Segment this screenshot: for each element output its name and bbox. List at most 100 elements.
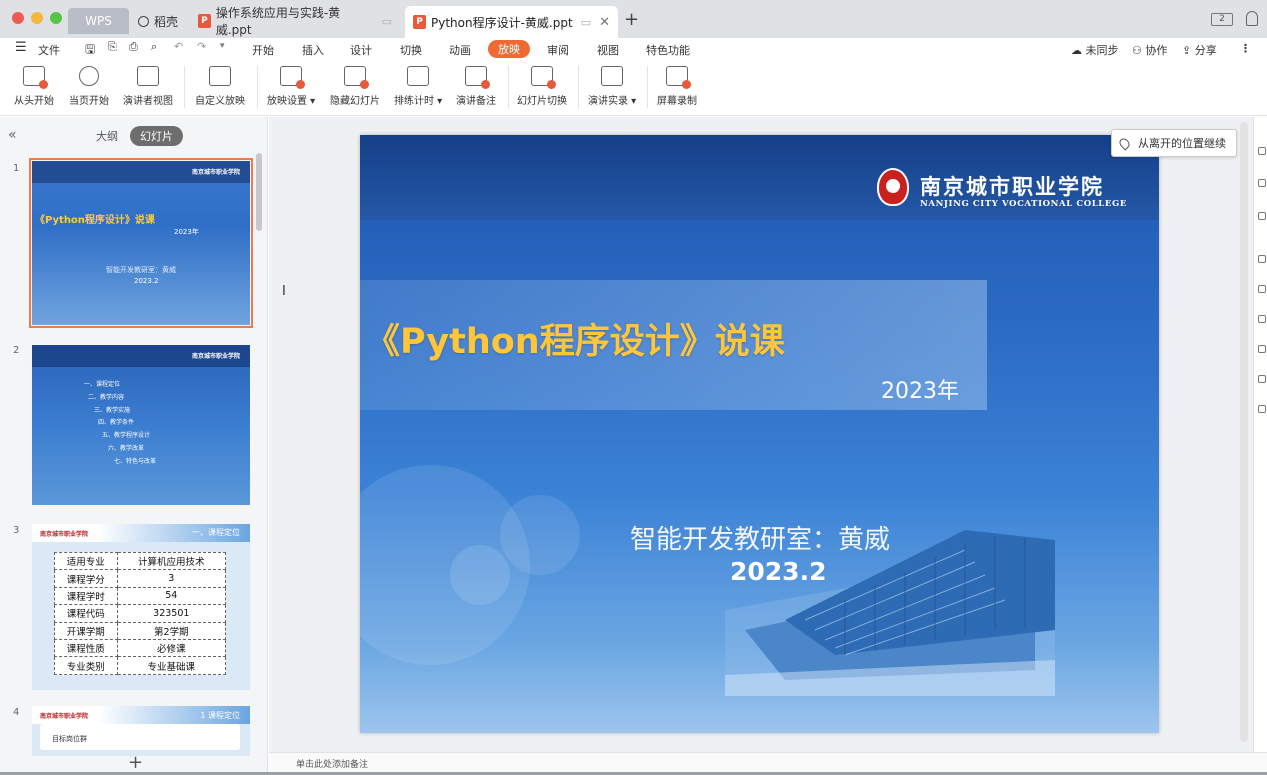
close-window-button[interactable]	[12, 12, 24, 24]
slide-thumbnail-4[interactable]: 南京城市职业学院 1 课程定位 目标岗位群	[32, 706, 250, 756]
save-icon[interactable]: 🖫	[85, 40, 95, 61]
user-icon[interactable]	[1246, 11, 1258, 26]
format-icon[interactable]	[1258, 179, 1266, 187]
table-cell: 必修课	[116, 638, 227, 658]
table-row: 课程性质 必修课	[54, 638, 227, 658]
hide-slide-icon	[344, 66, 369, 89]
notes-pane[interactable]: 单击此处添加备注	[269, 752, 1267, 772]
table-row: 专业类别 专业基础课	[54, 656, 227, 675]
table-cell: 开课学期	[54, 621, 118, 640]
undo-icon[interactable]: ↶	[174, 40, 183, 53]
menu-design[interactable]: 设计	[350, 42, 372, 58]
menu-start[interactable]: 开始	[252, 42, 274, 58]
thumbnail-scrollbar[interactable]	[256, 153, 262, 231]
rehearse-timing-button[interactable]: 排练计时 ▾	[394, 66, 442, 107]
tab-slides[interactable]: 幻灯片	[130, 126, 183, 146]
play-current-button[interactable]: 当页开始	[69, 66, 109, 107]
screen-record-button[interactable]: 屏幕录制	[657, 66, 697, 107]
resume-position-button[interactable]: 从离开的位置继续	[1111, 129, 1237, 157]
slide-author[interactable]: 智能开发教研室：黄威	[630, 519, 890, 556]
select-icon[interactable]	[1258, 255, 1266, 263]
bokeh-light	[500, 495, 580, 575]
slide-switch-button[interactable]: 幻灯片切换	[517, 66, 567, 107]
slide-thumbnail-3[interactable]: 南京城市职业学院 一、课程定位 适用专业 计算机应用技术 课程学分 3 课程学时 54…	[32, 524, 250, 690]
ribbon-label: 演讲者视图	[123, 96, 173, 107]
slide-date[interactable]: 2023.2	[730, 557, 826, 586]
settings-icon[interactable]	[1258, 375, 1266, 383]
redo-icon[interactable]: ↷	[197, 40, 206, 53]
menu-review[interactable]: 审阅	[547, 42, 569, 58]
zoom-window-button[interactable]	[50, 12, 62, 24]
new-tab-button[interactable]: +	[624, 9, 639, 30]
tab-daoke[interactable]: 稻壳	[132, 8, 190, 34]
slide-year[interactable]: 2023年	[881, 373, 959, 405]
ribbon-label: 当页开始	[69, 96, 109, 107]
menu-view[interactable]: 视图	[597, 42, 619, 58]
sync-status[interactable]: ☁ 未同步	[1071, 42, 1119, 58]
collaborate-button[interactable]: ⚇ 协作	[1132, 42, 1167, 58]
clipboard-icon[interactable]	[1258, 345, 1266, 353]
menu-transition[interactable]: 切换	[400, 42, 422, 58]
ribbon-label: 幻灯片切换	[517, 96, 567, 107]
course-info-table: 适用专业 计算机应用技术 课程学分 3 课程学时 54 课程代码 323501 开课学期…	[54, 551, 227, 675]
export-pdf-icon[interactable]: ⎘	[108, 40, 117, 54]
presenter-view-button[interactable]: 演讲者视图	[123, 66, 173, 107]
editor-vertical-scrollbar[interactable]	[1240, 122, 1248, 742]
ribbon-divider	[184, 66, 185, 108]
play-from-start-button[interactable]: 从头开始	[14, 66, 54, 107]
share-button[interactable]: ⇪ 分享	[1182, 42, 1217, 58]
help-icon[interactable]	[1258, 405, 1266, 413]
ribbon-label: 从头开始	[14, 96, 54, 107]
record-speech-button[interactable]: 演讲实录 ▾	[588, 66, 636, 107]
backup-icon[interactable]	[1258, 285, 1266, 293]
property-icon[interactable]	[1258, 147, 1266, 155]
shape-icon[interactable]	[1258, 315, 1266, 323]
slide-thumbnail-2[interactable]: 南京城市职业学院 一、课程定位 二、教学内容 三、教学实施 四、教学条件 五、教…	[32, 345, 250, 505]
ribbon-label: 演讲备注	[456, 96, 496, 107]
menu-insert[interactable]: 插入	[302, 42, 324, 58]
window-count-badge[interactable]: 2	[1211, 13, 1233, 26]
slide-title[interactable]: 《Python程序设计》说课	[365, 313, 785, 364]
ribbon-label: 演讲实录 ▾	[588, 96, 637, 107]
speaker-notes-button[interactable]: 演讲备注	[456, 66, 496, 107]
custom-show-button[interactable]: 自定义放映	[195, 66, 245, 107]
menu-special-features[interactable]: 特色功能	[646, 42, 690, 58]
slide-number: 1	[13, 163, 20, 174]
agenda-item: 五、教学程序设计	[102, 432, 151, 440]
thumb-subheading: 目标岗位群	[40, 724, 240, 750]
tab-document-os[interactable]: P 操作系统应用与实践-黄威.ppt ▭	[192, 6, 392, 37]
more-options-icon[interactable]: ⋮	[1240, 42, 1251, 55]
tab-document-python[interactable]: P Python程序设计-黄威.ppt ▭ ✕	[405, 6, 618, 38]
monitor-icon[interactable]: ▭	[382, 15, 392, 28]
custom-show-icon	[209, 66, 231, 86]
menu-file[interactable]: 文件	[38, 42, 60, 58]
print-preview-icon[interactable]: ⌕	[151, 40, 157, 54]
close-tab-icon[interactable]: ✕	[599, 15, 610, 30]
hide-slide-button[interactable]: 隐藏幻灯片	[330, 66, 380, 107]
slide-thumbnail-1[interactable]: 南京城市职业学院 《Python程序设计》说课 2023年 智能开发教研室：黄威…	[29, 158, 253, 328]
menu-animation[interactable]: 动画	[449, 42, 471, 58]
tab-outline[interactable]: 大纲	[96, 128, 118, 144]
tab-wps-home[interactable]: WPS	[68, 8, 129, 34]
show-settings-button[interactable]: 放映设置 ▾	[267, 66, 315, 107]
thumb-title: 《Python程序设计》说课	[35, 215, 155, 226]
add-slide-button[interactable]: +	[128, 752, 143, 773]
current-slide[interactable]: 南京城市职业学院 NANJING CITY VOCATIONAL COLLEGE…	[360, 135, 1159, 733]
show-settings-icon	[280, 66, 306, 89]
collapse-panel-icon[interactable]: «	[8, 127, 17, 143]
monitor-icon[interactable]: ▭	[581, 16, 591, 29]
menu-slideshow[interactable]: 放映	[488, 40, 530, 58]
quick-access-dropdown-icon[interactable]: ▾	[220, 41, 225, 51]
notes-placeholder[interactable]: 单击此处添加备注	[296, 757, 368, 770]
print-icon[interactable]: ⎙	[129, 40, 138, 54]
menu-bar: ☰ 文件 🖫 ⎘ ⎙ ⌕ ↶ ↷ ▾ 开始 插入 设计 切换 动画 放映 审阅 …	[0, 38, 1267, 60]
table-row: 课程学时 54	[54, 586, 227, 606]
table-cell: 54	[116, 586, 227, 606]
table-cell: 3	[116, 569, 227, 588]
play-current-icon	[79, 66, 99, 86]
minimize-window-button[interactable]	[31, 12, 43, 24]
animation-icon[interactable]	[1258, 212, 1266, 220]
table-cell: 计算机应用技术	[116, 551, 227, 571]
hamburger-menu-icon[interactable]: ☰	[15, 40, 27, 55]
rehearse-timing-icon	[407, 66, 430, 86]
